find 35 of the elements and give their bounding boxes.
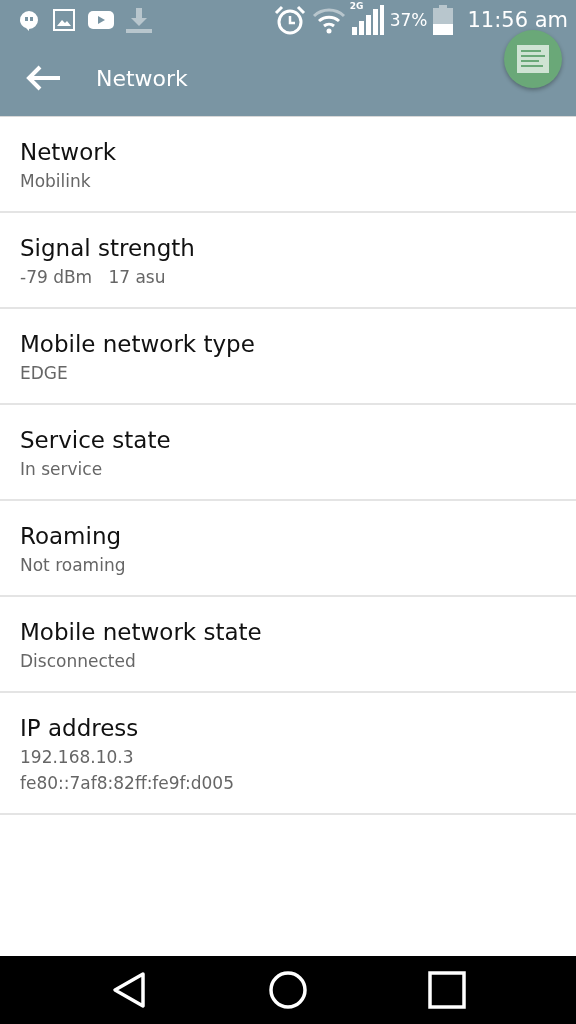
- setting-title: Mobile network state: [20, 619, 263, 645]
- setting-title: Mobile network type: [20, 331, 256, 357]
- setting-row[interactable]: Roaming Not roaming: [0, 501, 576, 597]
- battery-icon: [433, 5, 454, 35]
- setting-value: Not roaming: [20, 555, 127, 575]
- setting-row[interactable]: Service state In service: [0, 405, 576, 501]
- setting-row[interactable]: Signal strength -79 dBm 17 asu: [0, 213, 576, 309]
- setting-title: Signal strength: [20, 235, 196, 261]
- setting-value: Mobilink: [20, 171, 92, 191]
- alarm-icon: [273, 5, 306, 35]
- chat-icon: [18, 9, 40, 31]
- setting-row[interactable]: Network Mobilink: [0, 117, 576, 213]
- setting-title: Network: [20, 139, 118, 165]
- setting-value: fe80::7af8:82ff:fe9f:d005: [20, 773, 235, 793]
- setting-row[interactable]: Mobile network state Disconnected: [0, 597, 576, 693]
- setting-row[interactable]: Mobile network type EDGE: [0, 309, 576, 405]
- clock: 11:56 am: [467, 8, 568, 32]
- download-icon: [126, 6, 152, 34]
- setting-value: -79 dBm 17 asu: [20, 267, 167, 287]
- notes-button[interactable]: [504, 30, 562, 88]
- document-icon: [517, 45, 549, 73]
- setting-value: Disconnected: [20, 651, 137, 671]
- setting-value: In service: [20, 459, 104, 479]
- screen-title: Network: [96, 65, 189, 91]
- setting-title: IP address: [20, 715, 140, 741]
- image-icon: [52, 8, 76, 32]
- setting-row[interactable]: IP address 192.168.10.3 fe80::7af8:82ff:fe9f:d005: [0, 693, 576, 815]
- setting-title: Service state: [20, 427, 172, 453]
- video-icon: [88, 10, 114, 30]
- setting-value: 192.168.10.3: [20, 747, 135, 767]
- wifi-icon: [311, 6, 346, 34]
- network-type: 2G: [349, 1, 364, 11]
- battery-percent: 37%: [389, 10, 428, 30]
- setting-value: EDGE: [20, 363, 69, 383]
- setting-title: Roaming: [20, 523, 123, 549]
